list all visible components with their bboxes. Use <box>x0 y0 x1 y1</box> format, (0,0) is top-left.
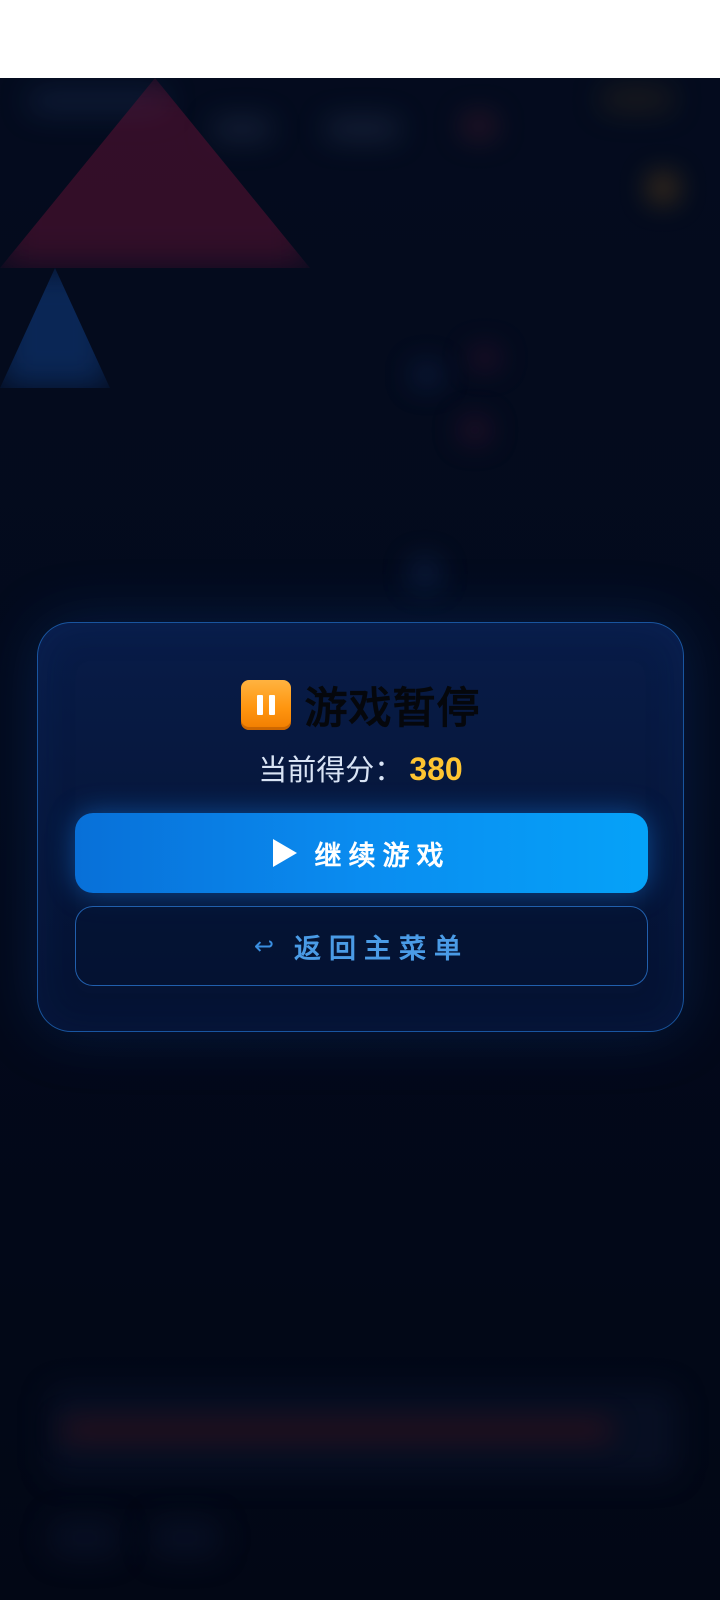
pause-dialog: 游戏暂停 当前得分： 380 继续游戏 ↩ 返回主菜单 <box>37 622 684 1032</box>
return-main-menu-button[interactable]: ↩ 返回主菜单 <box>75 906 648 986</box>
score-label: 当前得分： <box>258 753 404 787</box>
return-arrow-icon: ↩ <box>253 932 275 960</box>
play-icon <box>272 839 297 867</box>
dialog-title: 游戏暂停 <box>304 684 481 734</box>
dialog-title-row: 游戏暂停 <box>38 675 683 735</box>
resume-button-label: 继续游戏 <box>314 840 451 872</box>
status-bar <box>0 0 720 78</box>
score-value: 380 <box>409 751 463 787</box>
current-score: 当前得分： 380 <box>38 747 683 789</box>
game-area: 游戏暂停 当前得分： 380 继续游戏 ↩ 返回主菜单 <box>0 78 720 1600</box>
resume-game-button[interactable]: 继续游戏 <box>75 813 648 893</box>
pause-icon <box>240 680 291 730</box>
menu-button-label: 返回主菜单 <box>294 933 470 965</box>
